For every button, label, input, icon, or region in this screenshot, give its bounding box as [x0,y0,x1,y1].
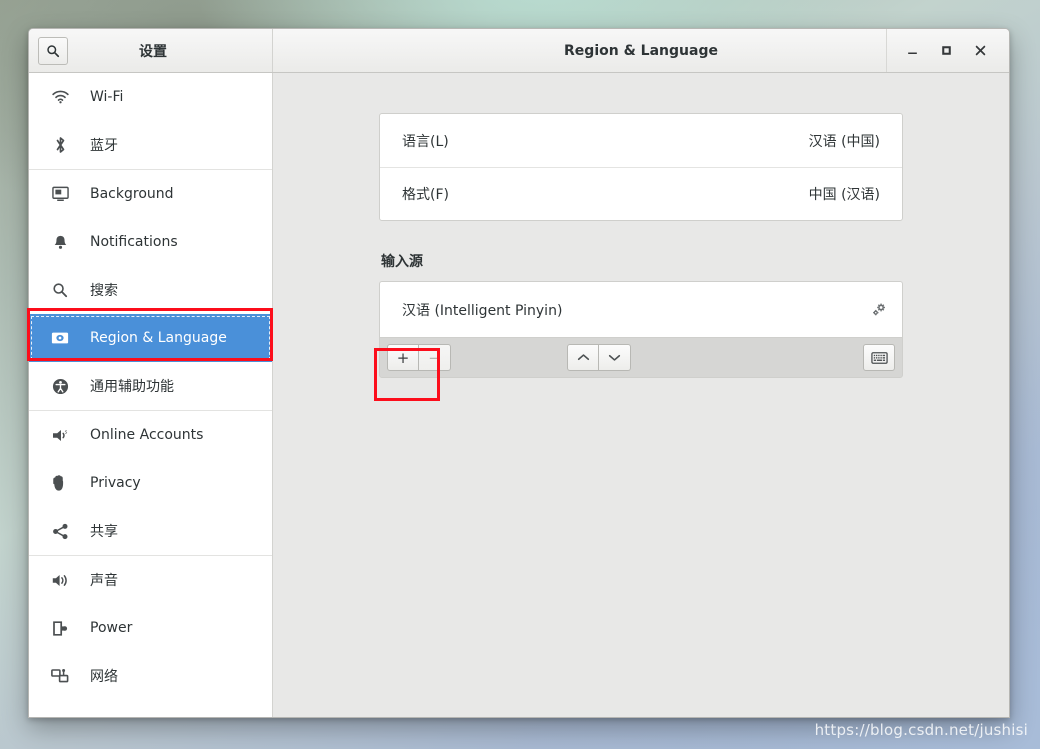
show-keyboard-layout-button[interactable] [863,344,895,371]
sidebar-item-privacy[interactable]: Privacy [29,459,272,507]
settings-window: 设置 Region & Language Wi-Fi 蓝牙 Background… [28,28,1010,718]
settings-sidebar: Wi-Fi 蓝牙 Background Notifications 搜索 Reg… [29,73,273,717]
sharing-icon [49,521,71,541]
chevron-down-icon [608,354,621,361]
formats-row[interactable]: 格式(F) 中国 (汉语) [380,167,902,220]
minimize-icon [907,52,917,54]
input-source-item[interactable]: 汉语 (Intelligent Pinyin) [380,282,902,337]
sidebar-item-label: Wi-Fi [90,89,124,105]
window-controls [886,29,1009,72]
region-language-icon [49,328,71,348]
svg-text:s: s [65,429,68,435]
sidebar-item-power[interactable]: Power [29,604,272,652]
watermark-text: https://blog.csdn.net/jushisi [814,721,1028,739]
chevron-up-icon [577,354,589,361]
language-row-label: 语言(L) [402,133,449,150]
sidebar-item-network[interactable]: 网络 [29,652,272,700]
content-header: Region & Language [273,29,1009,72]
sidebar-item-sound[interactable]: 声音 [29,556,272,604]
keyboard-icon [870,351,888,364]
window-body: Wi-Fi 蓝牙 Background Notifications 搜索 Reg… [29,73,1009,717]
minimize-button[interactable] [895,36,929,66]
sidebar-item-label: 蓝牙 [90,138,118,154]
sidebar-item-label: Background [90,186,174,202]
accessibility-icon [49,376,71,396]
sidebar-header: 设置 [29,29,273,72]
bluetooth-icon [49,135,71,155]
language-row[interactable]: 语言(L) 汉语 (中国) [380,114,902,167]
formats-row-label: 格式(F) [402,187,449,203]
sidebar-item-accessibility[interactable]: 通用辅助功能 [29,362,272,410]
sidebar-item-background[interactable]: Background [29,170,272,218]
sidebar-item-region-language[interactable]: Region & Language [29,314,272,362]
move-button-group [567,344,631,371]
privacy-hand-icon [49,473,71,493]
input-source-name: 汉语 (Intelligent Pinyin) [402,302,563,319]
close-icon [975,45,985,56]
preferences-gear-icon[interactable] [870,301,888,319]
input-sources-title: 输入源 [381,254,423,270]
sidebar-item-label: 共享 [90,524,118,540]
search-icon [49,280,71,300]
sidebar-item-label: Region & Language [90,330,227,346]
language-row-value: 汉语 (中国) [808,133,880,150]
move-down-button[interactable] [599,344,631,371]
sidebar-item-wifi[interactable]: Wi-Fi [29,73,272,121]
input-sources-toolbar: + − [379,337,903,378]
locale-settings-card: 语言(L) 汉语 (中国) 格式(F) 中国 (汉语) [379,113,903,221]
window-header-bar: 设置 Region & Language [29,29,1009,73]
sidebar-title: 设置 [139,43,167,60]
region-language-panel: 语言(L) 汉语 (中国) 格式(F) 中国 (汉语) 输入源 汉语 (Inte… [273,73,1009,717]
sidebar-item-label: Online Accounts [90,427,204,443]
sidebar-item-label: 搜索 [90,283,118,299]
network-icon [49,666,71,686]
add-input-source-button[interactable]: + [387,344,419,371]
online-accounts-icon: s [49,425,71,445]
sidebar-item-label: 声音 [90,573,118,589]
power-icon [49,618,71,638]
remove-input-source-button: − [419,344,451,371]
panel-column: 语言(L) 汉语 (中国) 格式(F) 中国 (汉语) 输入源 汉语 (Inte… [379,113,903,378]
sidebar-item-sharing[interactable]: 共享 [29,507,272,555]
desktop-background: 设置 Region & Language Wi-Fi 蓝牙 Background… [0,0,1040,749]
search-button[interactable] [38,36,68,65]
close-button[interactable] [963,36,997,66]
sound-icon [49,570,71,590]
maximize-button[interactable] [929,36,963,66]
keyboard-shortcut-group [863,344,895,371]
sidebar-item-search[interactable]: 搜索 [29,266,272,314]
sidebar-item-label: Notifications [90,234,178,250]
add-remove-button-group: + − [387,344,451,371]
bell-icon [49,232,71,252]
sidebar-item-online-accounts[interactable]: s Online Accounts [29,411,272,459]
wifi-icon [49,87,71,107]
input-sources-list: 汉语 (Intelligent Pinyin) [379,281,903,337]
sidebar-item-label: Privacy [90,475,141,491]
sidebar-item-bluetooth[interactable]: 蓝牙 [29,121,272,169]
sidebar-item-label: Power [90,620,133,636]
move-up-button[interactable] [567,344,599,371]
formats-row-value: 中国 (汉语) [808,187,880,203]
search-icon [47,44,60,57]
background-icon [49,184,71,204]
sidebar-item-label: 通用辅助功能 [90,379,174,395]
sidebar-item-label: 网络 [90,669,118,685]
maximize-icon [941,46,951,55]
sidebar-item-notifications[interactable]: Notifications [29,218,272,266]
